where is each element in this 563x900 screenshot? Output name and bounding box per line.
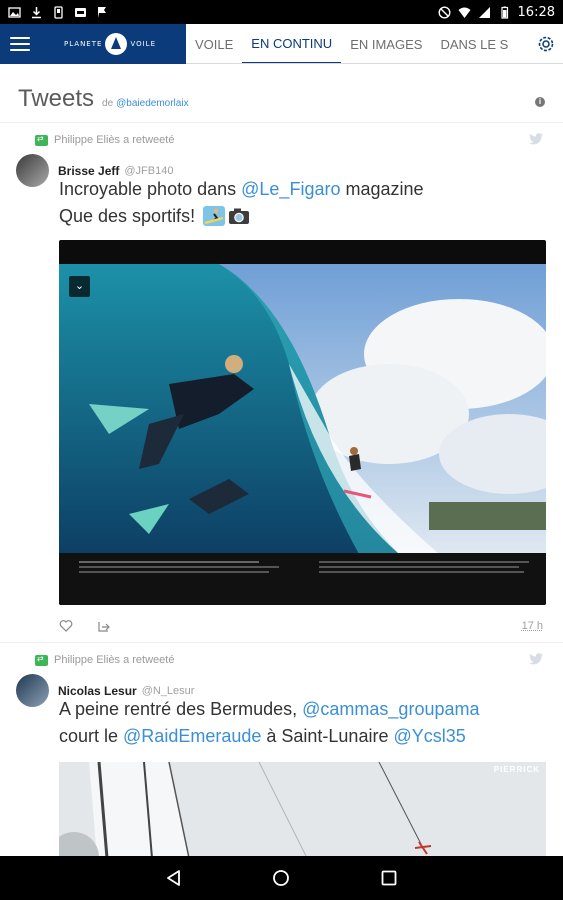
- brand-header: PLANETE VOILE: [0, 24, 186, 64]
- mention-link[interactable]: @cammas_groupama: [302, 699, 479, 719]
- tab-voile[interactable]: VOILE: [186, 24, 242, 63]
- wifi-icon: [458, 7, 471, 18]
- photo-watermark: PIERRICK: [493, 765, 540, 774]
- tweet-card[interactable]: Philippe Eliès a retweeté Brisse Jeff @J…: [0, 123, 563, 643]
- mention-link[interactable]: @Ycsl35: [393, 726, 465, 746]
- tweets-by-label: de: [102, 98, 114, 109]
- tweets-title: Tweets: [18, 85, 95, 112]
- recents-icon[interactable]: [379, 868, 399, 888]
- surfer-emoji-icon: [203, 206, 226, 226]
- tab-dans-le[interactable]: DANS LE S: [431, 24, 517, 63]
- tweet-text-segment: à Saint-Lunaire: [261, 726, 394, 746]
- tweet-text-segment: A peine rentré des Bermudes,: [59, 699, 303, 719]
- tweet-card[interactable]: Philippe Eliès a retweeté Nicolas Lesur …: [0, 643, 563, 856]
- flag-notification-icon: [98, 6, 106, 18]
- author-handle[interactable]: @JFB140: [124, 165, 173, 177]
- media-notification-icon: [75, 7, 86, 17]
- planete-voile-logo[interactable]: PLANETE VOILE: [64, 33, 156, 55]
- avatar[interactable]: [16, 674, 49, 707]
- timeline-handle-link[interactable]: @baiedemorlaix: [116, 98, 188, 109]
- retweet-icon: [35, 654, 48, 666]
- phone-notification-icon: [54, 5, 63, 19]
- retweet-context: Philippe Eliès a retweeté: [16, 131, 547, 149]
- tab-en-images[interactable]: EN IMAGES: [341, 24, 431, 63]
- tweet-text: Incroyable photo dans @Le_Figaro magazin…: [59, 176, 547, 230]
- expand-chevron-icon[interactable]: ⌄: [69, 276, 90, 297]
- sailboat-photo-image: [59, 762, 546, 856]
- tweets-feed[interactable]: Tweets de @baiedemorlaix i Philippe Eliè…: [0, 65, 563, 856]
- surf-photo-image: [59, 264, 546, 554]
- status-bar: 16:28: [0, 0, 563, 24]
- do-not-disturb-icon: [438, 5, 451, 19]
- twitter-bird-icon[interactable]: [529, 133, 543, 145]
- tweets-header: Tweets de @baiedemorlaix i: [0, 65, 563, 123]
- tweet-photo[interactable]: ⌄: [59, 240, 546, 605]
- gear-icon: [538, 36, 554, 51]
- tweet-text: A peine rentré des Bermudes, @cammas_gro…: [59, 696, 547, 750]
- mention-link[interactable]: @RaidEmeraude: [123, 726, 261, 746]
- magazine-caption-lines: [79, 561, 529, 573]
- settings-button[interactable]: [529, 24, 563, 63]
- mention-link[interactable]: @Le_Figaro: [241, 179, 340, 199]
- tweet-text-segment: court le: [59, 726, 124, 746]
- retweeted-by-label: Philippe Eliès a retweeté: [54, 134, 175, 146]
- tweet-text-segment: Que des sportifs!: [59, 206, 196, 226]
- logo-sail-icon: [105, 33, 128, 55]
- tab-en-continu[interactable]: EN CONTINU: [242, 24, 342, 63]
- app-bar: PLANETE VOILE VOILE EN CONTINU EN IMAGES…: [0, 24, 563, 64]
- camera-emoji-icon: [229, 208, 250, 224]
- back-icon[interactable]: [164, 868, 184, 888]
- battery-icon: [500, 6, 508, 19]
- status-time: 16:28: [517, 4, 555, 20]
- signal-icon: [478, 6, 490, 18]
- system-navigation-bar: [0, 856, 563, 900]
- app-screen: 16:28 PLANETE VOILE VOILE EN CONTINU EN …: [0, 0, 563, 900]
- image-notification-icon: [8, 6, 21, 18]
- share-icon[interactable]: [97, 619, 111, 633]
- hamburger-menu-icon[interactable]: [10, 37, 30, 51]
- download-icon: [32, 6, 41, 18]
- retweet-context: Philippe Eliès a retweeté: [16, 651, 547, 669]
- tweet-actions: 17 h: [59, 605, 547, 647]
- avatar[interactable]: [16, 154, 49, 187]
- magazine-caption-band: [59, 553, 546, 605]
- tweet-text-segment: Incroyable photo dans: [59, 179, 242, 199]
- logo-text-right: VOILE: [130, 40, 156, 48]
- tweet-text-segment: magazine: [340, 179, 424, 199]
- retweeted-by-label: Philippe Eliès a retweeté: [54, 654, 175, 666]
- tweet-photo[interactable]: PIERRICK: [59, 762, 546, 856]
- retweet-icon: [35, 134, 48, 146]
- home-icon[interactable]: [271, 868, 291, 888]
- author-handle[interactable]: @N_Lesur: [142, 685, 195, 697]
- logo-text-left: PLANETE: [64, 40, 103, 48]
- section-tabs: VOILE EN CONTINU EN IMAGES DANS LE S: [186, 24, 529, 63]
- tweet-timestamp[interactable]: 17 h: [522, 620, 543, 632]
- twitter-bird-icon[interactable]: [529, 653, 543, 665]
- info-icon[interactable]: i: [535, 97, 545, 107]
- heart-icon[interactable]: [59, 619, 73, 633]
